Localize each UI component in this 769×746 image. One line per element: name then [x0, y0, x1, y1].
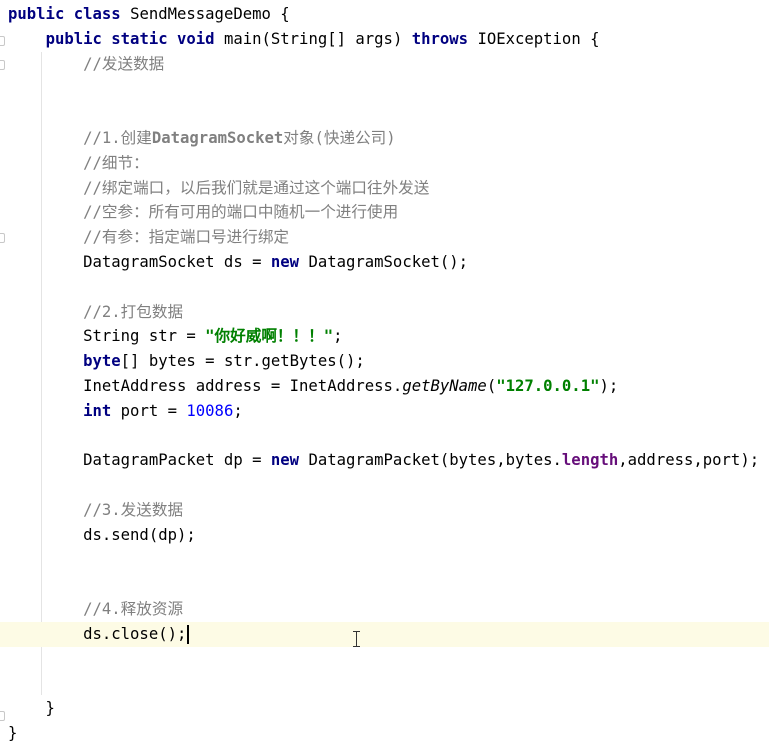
code-line[interactable]: }: [0, 696, 769, 721]
code-line[interactable]: //有参：指定端口号进行绑定: [0, 225, 769, 250]
code-line[interactable]: //绑定端口，以后我们就是通过这个端口往外发送: [0, 176, 769, 201]
code-token: main(String[] args): [223, 29, 412, 48]
code-token: IOException {: [477, 29, 600, 48]
code-line[interactable]: [0, 275, 769, 300]
code-line[interactable]: [0, 424, 769, 449]
code-token: DatagramSocket: [151, 129, 284, 147]
code-token: [] bytes = str.getBytes();: [120, 352, 365, 371]
code-line[interactable]: //空参：所有可用的端口中随机一个进行使用: [0, 200, 769, 225]
code-line[interactable]: [0, 76, 769, 101]
code-token: (: [486, 377, 497, 395]
code-token: int: [83, 401, 121, 420]
code-token: port =: [120, 401, 187, 420]
code-token: //4.释放资源: [83, 600, 184, 619]
code-token: ds.send(dp);: [8, 525, 196, 544]
code-line[interactable]: //细节：: [0, 151, 769, 176]
code-token: 10086: [186, 401, 234, 420]
code-token: new: [270, 451, 309, 470]
code-token: //发送数据: [83, 54, 165, 73]
code-token: ;: [333, 327, 343, 346]
code-line[interactable]: [0, 647, 769, 672]
code-line[interactable]: [0, 101, 769, 126]
code-line[interactable]: //4.释放资源: [0, 597, 769, 622]
code-line[interactable]: [0, 672, 769, 697]
code-line[interactable]: [0, 548, 769, 573]
code-line[interactable]: ds.send(dp);: [0, 523, 769, 548]
code-token: }: [8, 724, 18, 743]
code-line[interactable]: //3.发送数据: [0, 498, 769, 523]
code-token: new: [270, 253, 309, 271]
code-line[interactable]: int port = 10086;: [0, 399, 769, 424]
code-token: ,address,port);: [618, 451, 760, 470]
text-caret: [187, 625, 190, 644]
code-line[interactable]: byte[] bytes = str.getBytes();: [0, 349, 769, 374]
code-line[interactable]: public static void main(String[] args) t…: [0, 27, 769, 52]
code-token: length: [561, 451, 619, 470]
code-token: ;: [233, 401, 243, 420]
code-token: throws: [411, 29, 478, 48]
code-line[interactable]: }: [0, 721, 769, 746]
code-token: SendMessageDemo {: [130, 5, 290, 23]
code-token: DatagramPacket dp =: [8, 451, 271, 470]
code-token: String str =: [8, 327, 206, 346]
text-cursor-icon: [352, 630, 362, 648]
code-token: }: [8, 699, 55, 718]
code-line[interactable]: [0, 473, 769, 498]
code-editor[interactable]: public class SendMessageDemo { public st…: [0, 0, 769, 746]
code-token: //空参：所有可用的端口中随机一个进行使用: [83, 203, 399, 222]
code-token: //细节：: [83, 153, 149, 172]
code-token: InetAddress address = InetAddress.: [8, 377, 403, 395]
code-token: "127.0.0.1": [496, 377, 600, 395]
code-line[interactable]: [0, 572, 769, 597]
code-token: DatagramPacket(bytes,bytes.: [308, 451, 562, 470]
code-token: "你好威啊！！！": [205, 327, 334, 346]
code-line[interactable]: DatagramPacket dp = new DatagramPacket(b…: [0, 448, 769, 473]
code-token: 对象(快递公司): [283, 129, 396, 147]
code-token: //有参：指定端口号进行绑定: [83, 228, 290, 247]
code-line[interactable]: DatagramSocket ds = new DatagramSocket()…: [0, 250, 769, 275]
code-line[interactable]: //1.创建DatagramSocket对象(快递公司): [0, 126, 769, 151]
code-token: //绑定端口，以后我们就是通过这个端口往外发送: [83, 178, 430, 197]
code-line[interactable]: public class SendMessageDemo {: [0, 2, 769, 27]
code-token: byte: [83, 352, 121, 371]
code-token: DatagramSocket();: [308, 253, 469, 271]
code-token: public static void: [45, 29, 224, 48]
code-token: //1.创建: [83, 129, 152, 147]
code-token: ds.close();: [8, 625, 187, 643]
code-line[interactable]: String str = "你好威啊！！！";: [0, 324, 769, 349]
code-line[interactable]: //2.打包数据: [0, 300, 769, 325]
code-token: getByName: [402, 377, 487, 395]
code-line[interactable]: //发送数据: [0, 52, 769, 77]
code-token: public class: [8, 5, 131, 23]
code-token: );: [599, 377, 619, 395]
code-token: //2.打包数据: [83, 302, 184, 321]
code-token: DatagramSocket ds =: [8, 253, 271, 271]
code-line[interactable]: ds.close();: [0, 622, 769, 647]
code-line[interactable]: InetAddress address = InetAddress.getByN…: [0, 374, 769, 399]
code-token: //3.发送数据: [83, 501, 184, 519]
